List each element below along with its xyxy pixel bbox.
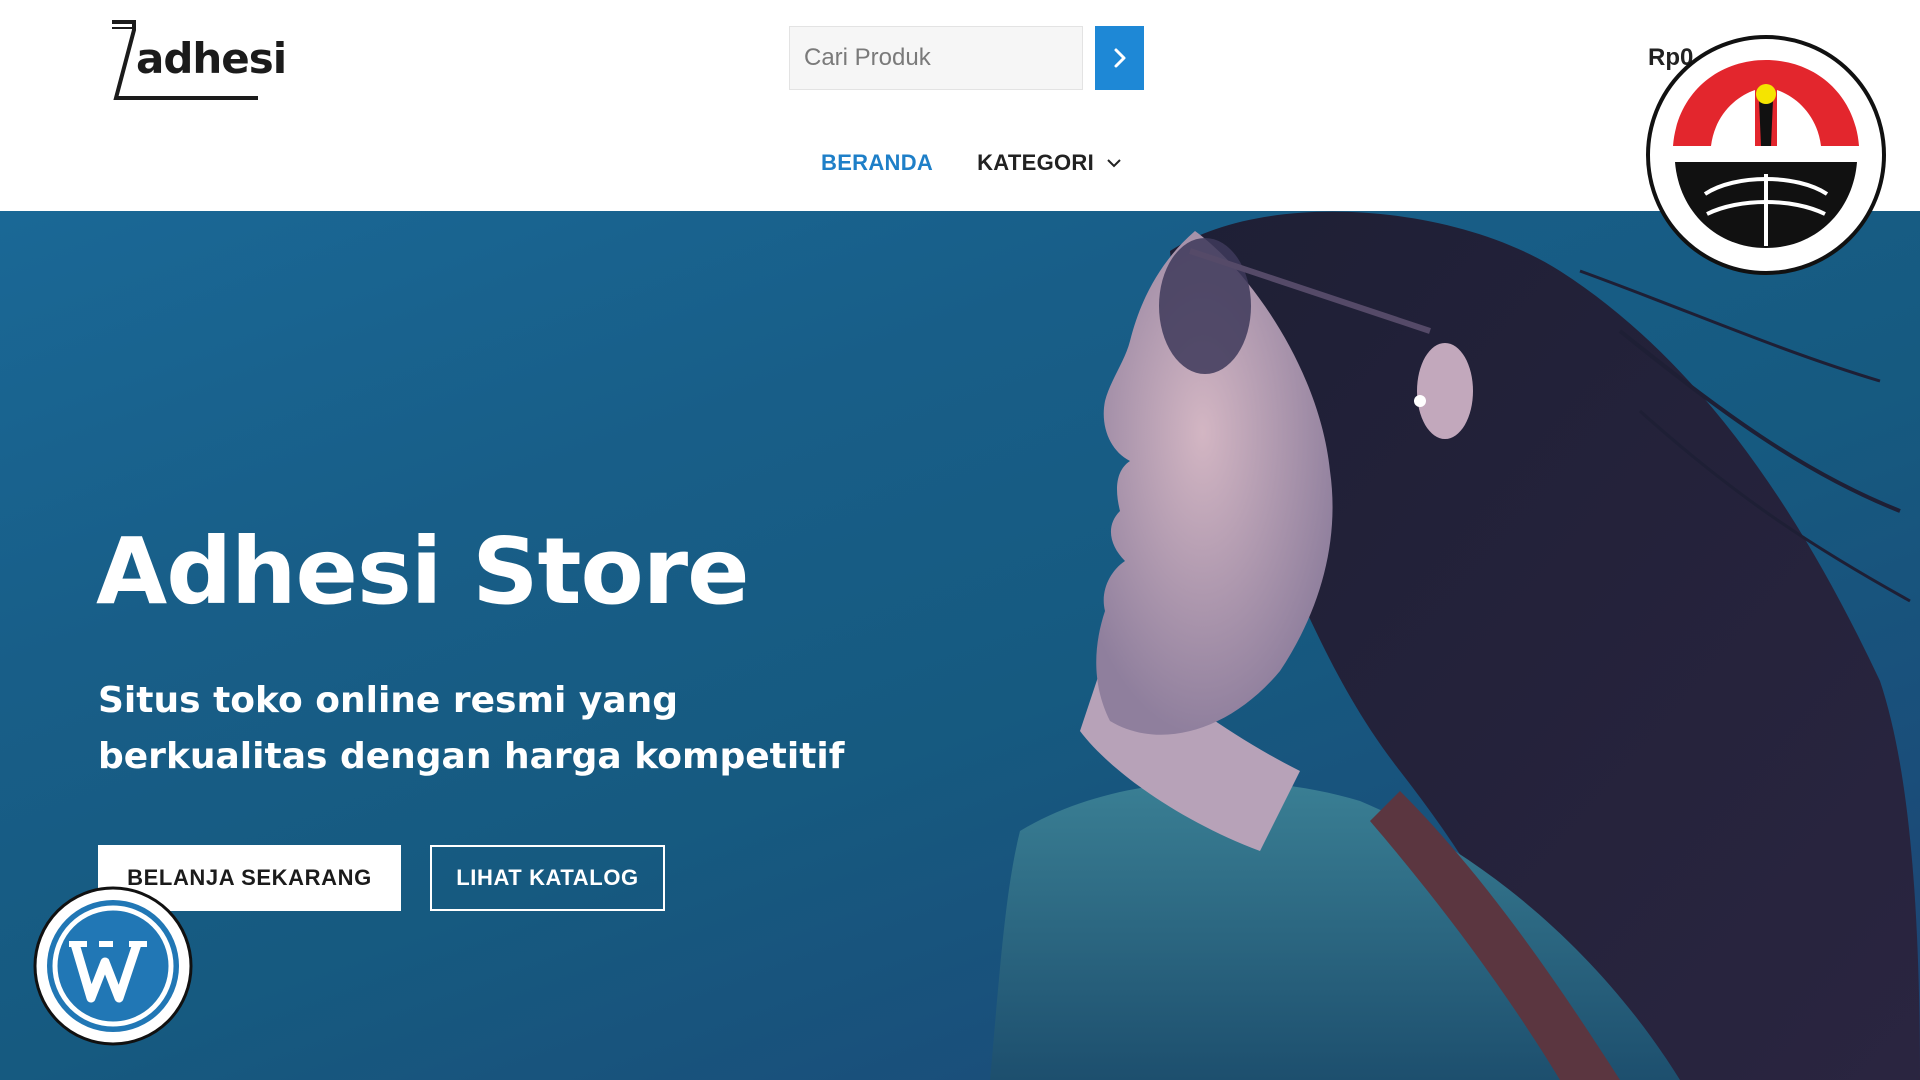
site-header: adhesi Rp0 BERANDA KATEGORI xyxy=(0,0,1920,211)
nav-item-beranda[interactable]: BERANDA xyxy=(821,150,933,176)
nav-item-label: KATEGORI xyxy=(977,150,1094,175)
chevron-right-icon xyxy=(1114,48,1125,68)
site-logo[interactable]: adhesi xyxy=(108,18,287,100)
hero-banner: Adhesi Store Situs toko online resmi yan… xyxy=(0,211,1920,1080)
chevron-down-icon xyxy=(1107,159,1121,168)
hero-title: Adhesi Store xyxy=(96,518,749,625)
view-catalog-button[interactable]: LIHAT KATALOG xyxy=(430,845,665,911)
page: adhesi Rp0 BERANDA KATEGORI xyxy=(0,0,1920,1080)
university-emblem-icon xyxy=(1646,35,1886,275)
search-form xyxy=(789,26,1144,90)
nav-item-label: BERANDA xyxy=(821,150,934,175)
hero-subtitle: Situs toko online resmi yang berkualitas… xyxy=(98,680,845,777)
hero-photo-woman-sunglasses xyxy=(990,211,1920,1080)
search-input[interactable] xyxy=(789,26,1083,90)
nav-item-kategori[interactable]: KATEGORI xyxy=(977,150,1122,176)
logo-text: adhesi xyxy=(136,34,287,83)
search-button[interactable] xyxy=(1095,26,1144,90)
wordpress-logo-icon xyxy=(33,886,193,1046)
main-nav: BERANDA KATEGORI xyxy=(821,150,1122,176)
